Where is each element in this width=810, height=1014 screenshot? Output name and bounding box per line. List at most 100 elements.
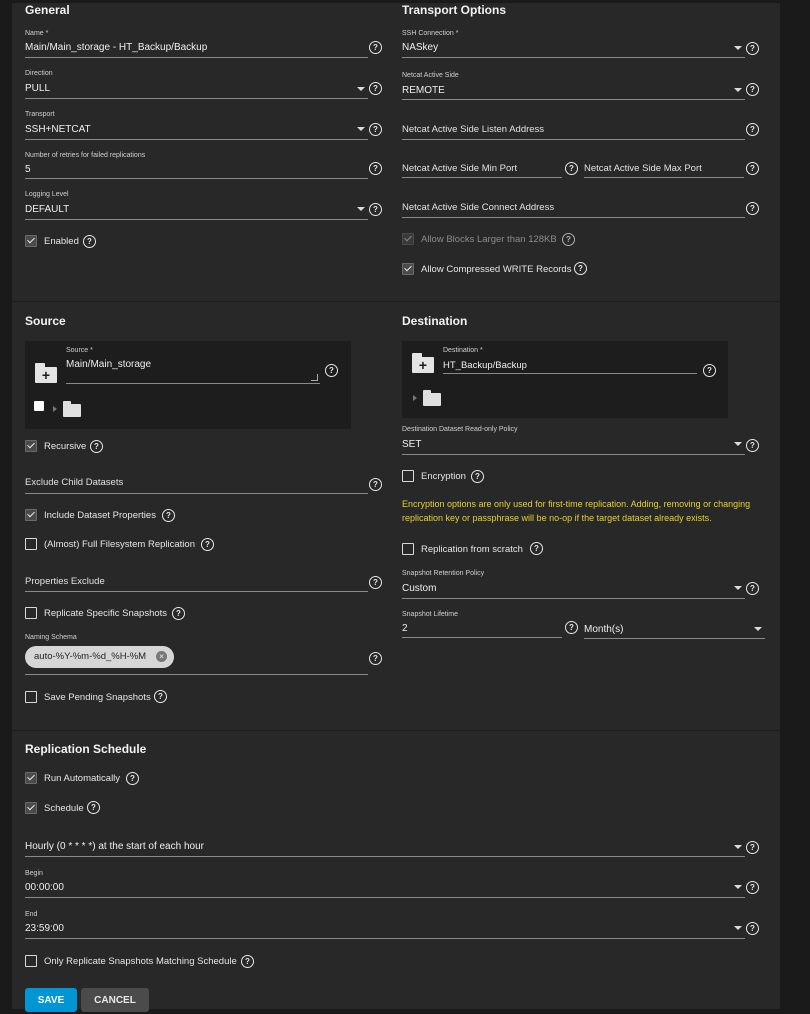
caret-down-icon[interactable] xyxy=(734,885,742,889)
readonly-policy-select[interactable]: SET xyxy=(402,439,421,450)
retention-select[interactable]: Custom xyxy=(402,583,436,594)
run-auto-checkbox[interactable] xyxy=(25,772,37,784)
full-fs-checkbox[interactable] xyxy=(25,538,37,550)
name-input[interactable]: Main/Main_storage - HT_Backup/Backup xyxy=(25,42,207,53)
min-port-underline xyxy=(402,177,562,178)
compressed-checkbox[interactable] xyxy=(402,263,414,275)
help-icon[interactable]: ? xyxy=(369,478,382,491)
help-icon[interactable]: ? xyxy=(241,955,254,968)
specific-snapshots-checkbox[interactable] xyxy=(25,607,37,619)
caret-down-icon[interactable] xyxy=(754,627,762,631)
direction-select[interactable]: PULL xyxy=(25,83,50,94)
caret-down-icon[interactable] xyxy=(734,845,742,849)
from-scratch-checkbox[interactable] xyxy=(402,543,414,555)
encryption-checkbox[interactable] xyxy=(402,470,414,482)
caret-down-icon[interactable] xyxy=(357,87,365,91)
end-select[interactable]: 23:59:00 xyxy=(25,923,64,934)
schedule-checkbox[interactable] xyxy=(25,802,37,814)
include-props-checkbox[interactable] xyxy=(25,509,37,521)
folder-icon[interactable] xyxy=(63,401,81,417)
help-icon[interactable]: ? xyxy=(574,262,587,275)
help-icon[interactable]: ? xyxy=(746,582,759,595)
retries-input[interactable]: 5 xyxy=(25,164,31,175)
listen-address-underline xyxy=(402,139,745,140)
naming-schema-chip[interactable]: auto-%Y-%m-%d_%H-%M × xyxy=(25,646,175,668)
enabled-checkbox[interactable] xyxy=(25,235,37,247)
tree-node-checkbox[interactable] xyxy=(34,401,44,411)
max-port-input[interactable]: Netcat Active Side Max Port xyxy=(584,163,702,174)
help-icon[interactable]: ? xyxy=(126,772,139,785)
help-icon[interactable]: ? xyxy=(746,841,759,854)
help-icon[interactable]: ? xyxy=(471,470,484,483)
save-pending-checkbox[interactable] xyxy=(25,691,37,703)
help-icon[interactable]: ? xyxy=(369,203,382,216)
help-icon[interactable]: ? xyxy=(746,881,759,894)
transport-select[interactable]: SSH+NETCAT xyxy=(25,124,91,135)
caret-down-icon[interactable] xyxy=(734,926,742,930)
help-icon[interactable]: ? xyxy=(87,801,100,814)
help-icon[interactable]: ? xyxy=(746,439,759,452)
folder-icon[interactable] xyxy=(423,390,441,406)
close-circle-icon[interactable]: × xyxy=(156,651,168,662)
help-icon[interactable]: ? xyxy=(746,123,759,136)
save-button[interactable]: SAVE xyxy=(25,988,77,1012)
help-icon[interactable]: ? xyxy=(369,82,382,95)
recursive-checkbox[interactable] xyxy=(25,440,37,452)
resize-handle[interactable] xyxy=(311,374,318,381)
caret-down-icon[interactable] xyxy=(357,207,365,211)
large-blocks-checkbox[interactable] xyxy=(402,233,414,245)
folder-plus-icon[interactable]: + xyxy=(35,363,57,383)
retention-label: Snapshot Retention Policy xyxy=(402,570,485,577)
logging-select[interactable]: DEFAULT xyxy=(25,204,69,215)
help-icon[interactable]: ? xyxy=(565,621,578,634)
caret-down-icon[interactable] xyxy=(734,586,742,590)
recursive-label: Recursive xyxy=(44,441,87,452)
exclude-child-input[interactable]: Exclude Child Datasets xyxy=(25,477,123,488)
listen-address-input[interactable]: Netcat Active Side Listen Address xyxy=(402,124,544,135)
ssh-connection-select[interactable]: NASkey xyxy=(402,42,438,53)
begin-select[interactable]: 00:00:00 xyxy=(25,882,64,893)
help-icon[interactable]: ? xyxy=(565,162,578,175)
help-icon[interactable]: ? xyxy=(562,233,575,246)
help-icon[interactable]: ? xyxy=(172,607,185,620)
help-icon[interactable]: ? xyxy=(201,538,214,551)
caret-down-icon[interactable] xyxy=(357,127,365,131)
expand-arrow-icon[interactable] xyxy=(53,406,57,412)
only-matching-checkbox[interactable] xyxy=(25,955,37,967)
props-exclude-input[interactable]: Properties Exclude xyxy=(25,576,105,587)
caret-down-icon[interactable] xyxy=(734,442,742,446)
active-side-select[interactable]: REMOTE xyxy=(402,85,445,96)
full-fs-label: (Almost) Full Filesystem Replication xyxy=(44,539,195,550)
help-icon[interactable]: ? xyxy=(746,42,759,55)
folder-plus-icon[interactable]: + xyxy=(412,353,434,373)
help-icon[interactable]: ? xyxy=(369,123,382,136)
help-icon[interactable]: ? xyxy=(746,202,759,215)
help-icon[interactable]: ? xyxy=(154,690,167,703)
help-icon[interactable]: ? xyxy=(162,509,175,522)
caret-down-icon[interactable] xyxy=(734,88,742,92)
direction-label: Direction xyxy=(25,70,53,77)
help-icon[interactable]: ? xyxy=(90,440,103,453)
lifetime-input[interactable]: 2 xyxy=(402,623,408,634)
destination-input[interactable]: HT_Backup/Backup xyxy=(443,360,527,371)
help-icon[interactable]: ? xyxy=(746,162,759,175)
help-icon[interactable]: ? xyxy=(369,41,382,54)
help-icon[interactable]: ? xyxy=(83,235,96,248)
help-icon[interactable]: ? xyxy=(325,364,338,377)
caret-down-icon[interactable] xyxy=(734,46,742,50)
help-icon[interactable]: ? xyxy=(369,652,382,665)
retention-underline xyxy=(402,598,745,599)
help-icon[interactable]: ? xyxy=(369,576,382,589)
lifetime-unit-select[interactable]: Month(s) xyxy=(584,624,623,635)
connect-address-input[interactable]: Netcat Active Side Connect Address xyxy=(402,202,554,213)
expand-arrow-icon[interactable] xyxy=(413,395,417,401)
min-port-input[interactable]: Netcat Active Side Min Port xyxy=(402,163,517,174)
source-input[interactable]: Main/Main_storage xyxy=(66,359,151,370)
help-icon[interactable]: ? xyxy=(746,83,759,96)
cancel-button[interactable]: CANCEL xyxy=(81,988,149,1012)
help-icon[interactable]: ? xyxy=(703,364,716,377)
help-icon[interactable]: ? xyxy=(369,162,382,175)
help-icon[interactable]: ? xyxy=(530,542,543,555)
schedule-preset-select[interactable]: Hourly (0 * * * *) at the start of each … xyxy=(25,841,204,852)
help-icon[interactable]: ? xyxy=(746,922,759,935)
